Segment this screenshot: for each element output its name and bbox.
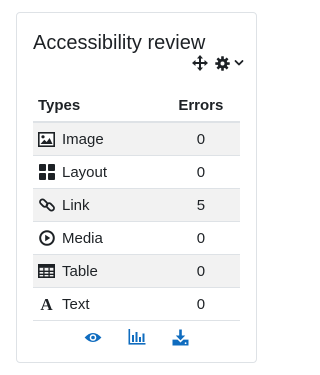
footer-actions xyxy=(33,325,240,349)
table-row: Table 0 xyxy=(33,254,240,288)
image-icon xyxy=(38,131,55,148)
move-icon[interactable] xyxy=(192,55,208,71)
link-icon xyxy=(38,197,55,214)
block-title: Accessibility review xyxy=(33,32,206,54)
table-header-row: Types Errors xyxy=(33,90,240,123)
caret-down-icon[interactable] xyxy=(234,58,244,68)
media-play-icon xyxy=(38,230,55,247)
row-type-label: Table xyxy=(62,262,98,280)
block-controls xyxy=(192,55,244,71)
eye-icon[interactable] xyxy=(81,325,105,349)
text-icon: A xyxy=(40,294,53,314)
row-error-count: 0 xyxy=(161,221,240,255)
table-row: Layout 0 xyxy=(33,155,240,189)
table-icon xyxy=(38,263,55,280)
bar-chart-icon[interactable] xyxy=(125,325,149,349)
row-error-count: 0 xyxy=(161,121,240,156)
table-row: Media 0 xyxy=(33,221,240,255)
layout-icon xyxy=(38,164,55,181)
accessibility-summary-table: Types Errors Image 0 Layout 0 Link 5 Med… xyxy=(33,90,240,321)
row-type-label: Layout xyxy=(62,163,108,181)
table-row: Image 0 xyxy=(33,121,240,156)
row-type-label: Media xyxy=(62,229,103,247)
gear-icon[interactable] xyxy=(215,55,230,71)
table-row: A Text 0 xyxy=(33,287,240,321)
row-error-count: 0 xyxy=(161,155,240,189)
types-column-header: Types xyxy=(33,90,162,123)
accessibility-review-block: Accessibility review Types Errors Image … xyxy=(16,12,257,363)
errors-column-header: Errors xyxy=(161,90,240,123)
row-error-count: 5 xyxy=(161,188,240,222)
row-type-label: Text xyxy=(62,295,90,313)
download-icon[interactable] xyxy=(169,325,193,349)
table-row: Link 5 xyxy=(33,188,240,222)
row-error-count: 0 xyxy=(161,254,240,288)
row-type-label: Image xyxy=(62,130,104,148)
row-error-count: 0 xyxy=(161,287,240,321)
row-type-label: Link xyxy=(62,196,90,214)
